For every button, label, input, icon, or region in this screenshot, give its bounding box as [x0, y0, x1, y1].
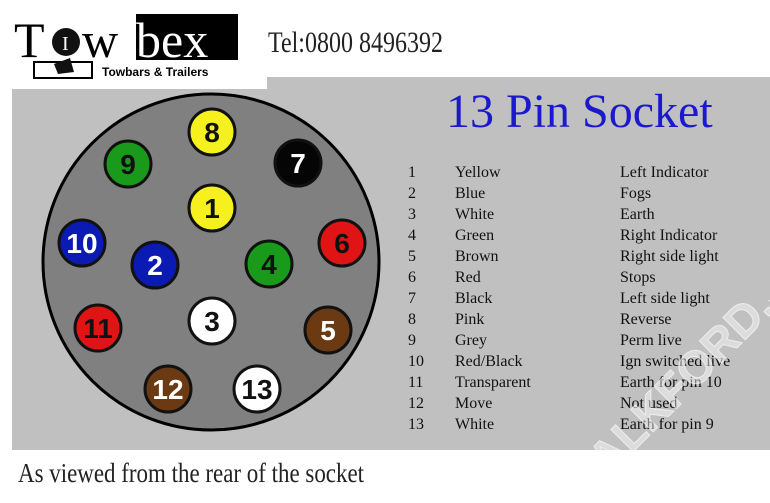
pin-function: Earth [620, 206, 655, 223]
pin-num: 11 [408, 374, 424, 391]
socket-diagram: 123456789101112 13 [41, 92, 381, 432]
pin-label: 9 [120, 149, 136, 180]
pin-color: Move [455, 395, 493, 412]
pin-label: 8 [204, 117, 220, 148]
pin-label: 7 [290, 148, 306, 179]
pin-function: Fogs [620, 185, 652, 202]
pin-color: White [455, 206, 495, 223]
pin-color: Red [455, 269, 481, 286]
pin-color: Yellow [455, 164, 501, 181]
pin-color: Red/Black [455, 353, 523, 370]
pin-num: 6 [408, 269, 416, 286]
pin-color: Transparent [455, 374, 531, 391]
pin-function: Right side light [620, 248, 719, 265]
pin-num: 12 [408, 395, 424, 412]
pin-num: 9 [408, 332, 416, 349]
pin-label: 5 [320, 315, 336, 346]
pin-num: 5 [408, 248, 416, 265]
pin-color: Black [455, 290, 493, 307]
pin-label: 3 [204, 306, 220, 337]
pin-label: 11 [83, 313, 113, 344]
watermark-text: TALKFORD.com [560, 300, 770, 502]
caption: As viewed from the rear of the socket [18, 458, 365, 488]
pin-label: 12 [152, 374, 183, 405]
pin-label: 1 [204, 193, 220, 224]
pin-num: 4 [408, 227, 416, 244]
pin-num: 2 [408, 185, 416, 202]
pin-num: 7 [408, 290, 416, 307]
pin-label: 10 [66, 228, 97, 259]
watermark: TALKFORD.com [560, 300, 770, 503]
pin-function: Stops [620, 269, 656, 286]
pin-color: Green [455, 227, 495, 244]
pin-color: Grey [455, 332, 487, 349]
pin-color: White [455, 416, 495, 433]
pin-num: 8 [408, 311, 416, 328]
pin-num: 3 [408, 206, 416, 223]
pin-color: Blue [455, 185, 486, 202]
pin-label: 2 [147, 250, 163, 281]
pin-function: Left Indicator [620, 164, 709, 181]
pin-num: 10 [408, 353, 424, 370]
pin-label: 4 [261, 249, 277, 280]
pin-label: 13 [241, 374, 272, 405]
page-title: 13 Pin Socket [446, 85, 713, 138]
pin-color: Brown [455, 248, 499, 265]
pin-label: 6 [334, 228, 350, 259]
pin-num: 1 [408, 164, 416, 181]
pin-color: Pink [455, 311, 485, 328]
pin-function: Right Indicator [620, 227, 718, 244]
pin-num: 13 [408, 416, 424, 433]
